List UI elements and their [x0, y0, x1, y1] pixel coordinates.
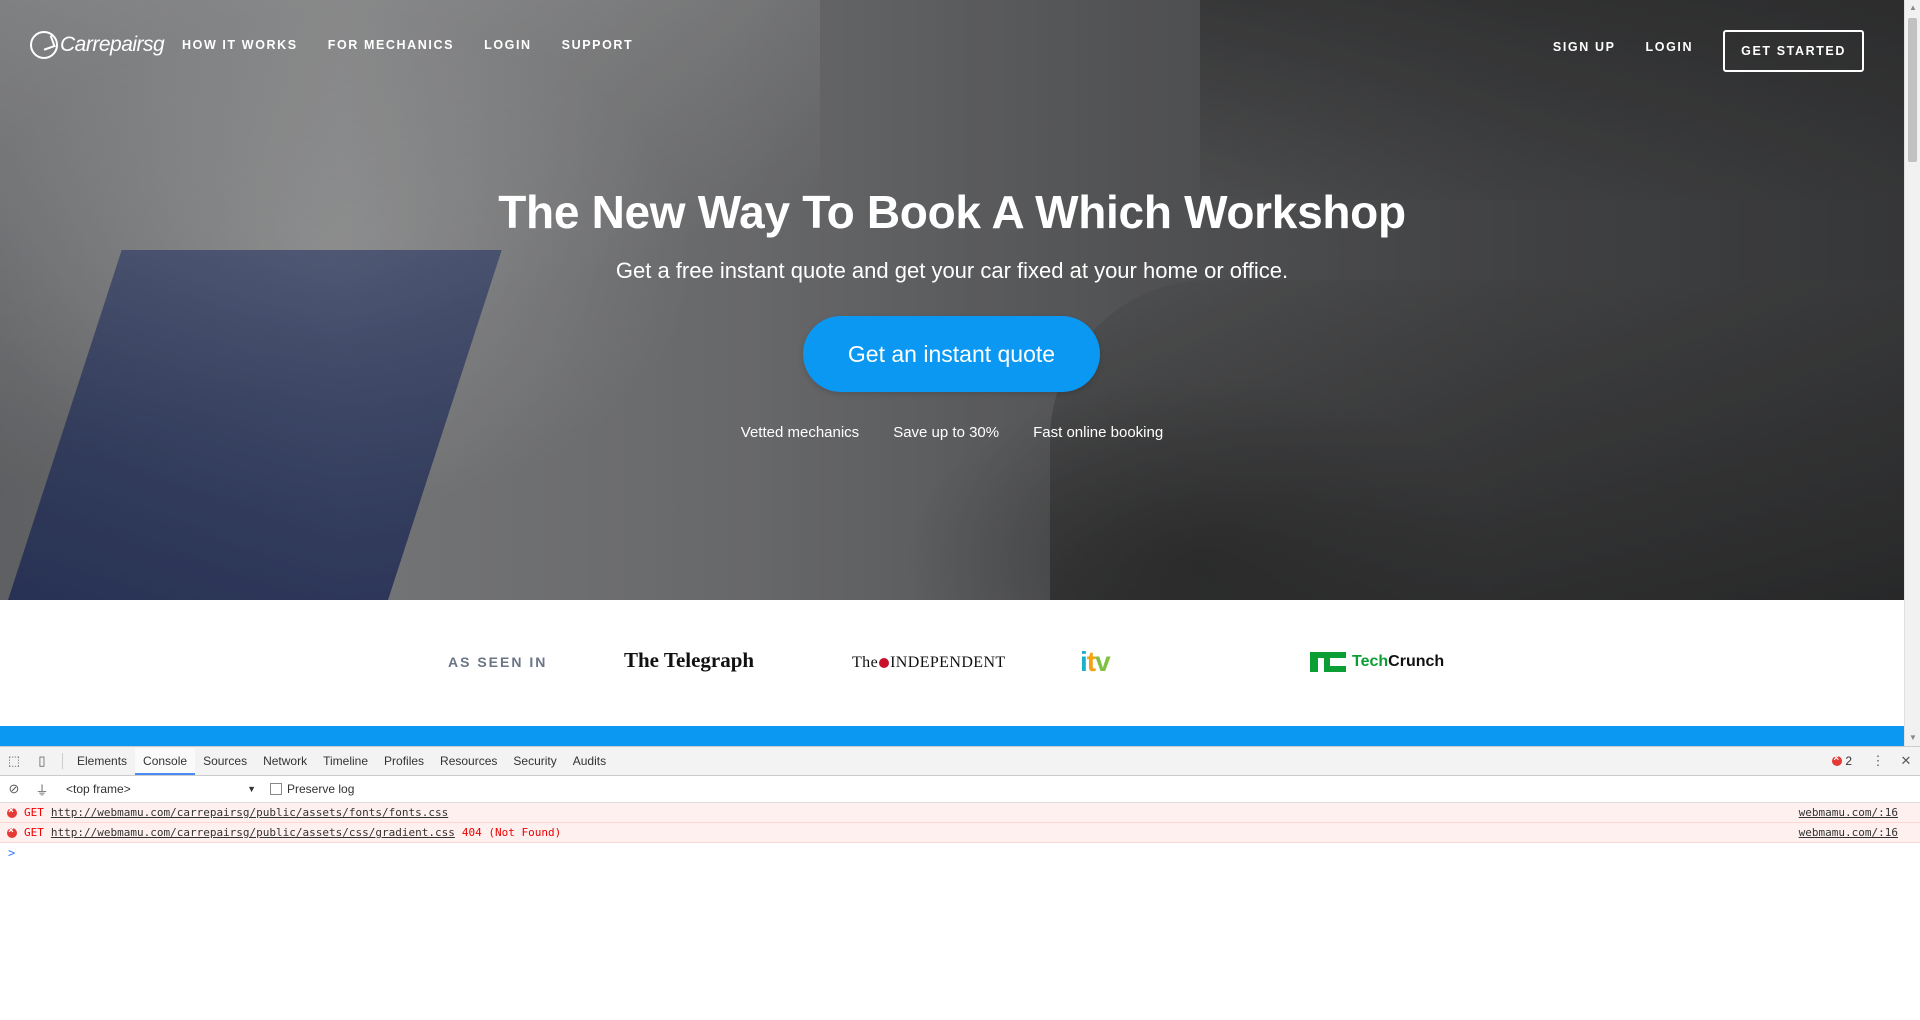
- tab-separator: [62, 753, 63, 769]
- nav-login[interactable]: LOGIN: [484, 38, 532, 52]
- instant-quote-button[interactable]: Get an instant quote: [803, 316, 1100, 392]
- press-label: AS SEEN IN: [448, 654, 548, 670]
- independent-logo: The INDEPENDENT: [852, 654, 1006, 672]
- itv-logo-i: i: [1080, 646, 1088, 677]
- itv-logo-t: t: [1086, 646, 1096, 677]
- scroll-up-arrow-icon[interactable]: ▲: [1905, 0, 1920, 16]
- console-prompt-caret: >: [8, 846, 16, 860]
- nav-right-links: SIGN UP LOGIN GET STARTED: [1553, 30, 1864, 72]
- tab-resources[interactable]: Resources: [432, 748, 505, 775]
- preserve-log-checkbox[interactable]: [270, 783, 282, 795]
- press-section: AS SEEN IN The Telegraph The INDEPENDENT…: [0, 600, 1904, 726]
- log-source-link[interactable]: webmamu.com/:16: [1799, 826, 1898, 839]
- tab-network[interactable]: Network: [255, 748, 315, 775]
- techcrunch-crunch: Crunch: [1388, 653, 1445, 670]
- frame-selector-value: <top frame>: [66, 782, 131, 796]
- independent-logo-word: INDEPENDENT: [890, 654, 1006, 671]
- feature-item: Fast online booking: [1033, 424, 1164, 441]
- tab-elements[interactable]: Elements: [69, 748, 135, 775]
- devtools-tabbar: ⬚ ▯ Elements Console Sources Network Tim…: [0, 747, 1920, 776]
- log-url-link[interactable]: http://webmamu.com/carrepairsg/public/as…: [51, 826, 455, 839]
- independent-logo-the: The: [852, 654, 879, 671]
- error-icon: [7, 805, 17, 818]
- techcrunch-tech: Tech: [1352, 653, 1389, 670]
- nav-support[interactable]: SUPPORT: [562, 38, 634, 52]
- hero-headline: The New Way To Book A Which Workshop: [498, 186, 1406, 238]
- tab-sources[interactable]: Sources: [195, 748, 255, 775]
- brand-logo[interactable]: Carrepairsg: [30, 28, 165, 62]
- log-url-link[interactable]: http://webmamu.com/carrepairsg/public/as…: [51, 806, 448, 819]
- nav-left-links: HOW IT WORKS FOR MECHANICS LOGIN SUPPORT: [182, 38, 663, 52]
- scrollbar-thumb[interactable]: [1908, 18, 1917, 162]
- error-count: 2: [1845, 754, 1852, 768]
- login-link[interactable]: LOGIN: [1646, 40, 1694, 54]
- filter-icon[interactable]: ⏚: [28, 775, 56, 803]
- error-count-badge[interactable]: 2: [1832, 753, 1852, 768]
- log-status: 404 (Not Found): [461, 826, 562, 839]
- logo-icon: [30, 31, 58, 59]
- console-toolbar: ⊘ ⏚ <top frame> ▼ Preserve log: [0, 776, 1920, 803]
- hero-subhead: Get a free instant quote and get your ca…: [615, 258, 1289, 283]
- hero-overlay: [0, 0, 1904, 600]
- tab-timeline[interactable]: Timeline: [315, 748, 376, 775]
- more-options-icon[interactable]: ⋮: [1864, 747, 1892, 775]
- log-method: GET: [24, 826, 44, 839]
- get-started-button[interactable]: GET STARTED: [1723, 30, 1864, 72]
- console-error-row: GET http://webmamu.com/carrepairsg/publi…: [0, 823, 1920, 843]
- preserve-log-label: Preserve log: [287, 782, 355, 796]
- error-icon: [1832, 753, 1843, 766]
- hero-section: Carrepairsg HOW IT WORKS FOR MECHANICS L…: [0, 0, 1904, 600]
- feature-item: Save up to 30%: [893, 424, 1000, 441]
- preserve-log-toggle[interactable]: Preserve log: [270, 782, 354, 796]
- frame-selector[interactable]: <top frame> ▼: [66, 782, 256, 796]
- logo-text: Carrepairsg: [60, 33, 165, 56]
- hero-features: Vetted mechanics Save up to 30% Fast onl…: [0, 424, 1904, 441]
- dropdown-arrow-icon: ▼: [247, 784, 256, 794]
- inspect-element-icon[interactable]: ⬚: [0, 747, 28, 775]
- browser-viewport: Carrepairsg HOW IT WORKS FOR MECHANICS L…: [0, 0, 1904, 746]
- devtools-right-controls: 2 ⋮ ✕: [1832, 747, 1920, 775]
- nav-how-it-works[interactable]: HOW IT WORKS: [182, 38, 298, 52]
- feature-item: Vetted mechanics: [740, 424, 860, 441]
- itv-logo: i t v: [1080, 646, 1111, 678]
- techcrunch-logo: Tech Crunch: [1310, 652, 1444, 672]
- sign-up-link[interactable]: SIGN UP: [1553, 40, 1616, 54]
- tab-security[interactable]: Security: [505, 748, 564, 775]
- nav-for-mechanics[interactable]: FOR MECHANICS: [328, 38, 454, 52]
- log-method: GET: [24, 806, 44, 819]
- telegraph-logo: The Telegraph: [624, 648, 755, 672]
- devtools-panel: ⬚ ▯ Elements Console Sources Network Tim…: [0, 746, 1920, 1020]
- tab-audits[interactable]: Audits: [565, 748, 614, 775]
- device-mode-icon[interactable]: ▯: [28, 747, 56, 775]
- techcrunch-mark-icon: [1310, 652, 1346, 672]
- tab-profiles[interactable]: Profiles: [376, 748, 432, 775]
- itv-logo-v: v: [1095, 646, 1111, 677]
- clear-console-icon[interactable]: ⊘: [0, 775, 28, 803]
- tab-console[interactable]: Console: [135, 747, 196, 775]
- independent-eagle-icon: [879, 658, 890, 668]
- console-output: GET http://webmamu.com/carrepairsg/publi…: [0, 803, 1920, 863]
- close-devtools-icon[interactable]: ✕: [1892, 747, 1920, 775]
- page-scrollbar[interactable]: ▲ ▼: [1904, 0, 1920, 746]
- scroll-down-arrow-icon[interactable]: ▼: [1905, 730, 1920, 746]
- log-source-link[interactable]: webmamu.com/:16: [1799, 806, 1898, 819]
- error-icon: [7, 825, 17, 838]
- console-prompt[interactable]: >: [0, 843, 1920, 863]
- section-divider: [0, 726, 1904, 746]
- console-error-row: GET http://webmamu.com/carrepairsg/publi…: [0, 803, 1920, 823]
- top-nav: Carrepairsg HOW IT WORKS FOR MECHANICS L…: [0, 0, 1904, 90]
